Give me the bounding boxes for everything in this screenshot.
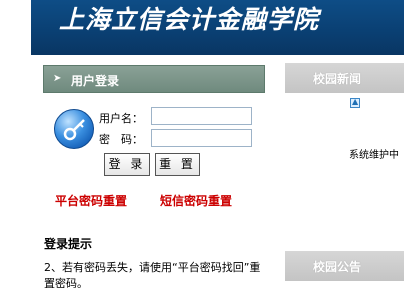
username-label: 用户名： — [99, 112, 143, 125]
login-button[interactable]: 登 录 — [104, 153, 150, 176]
password-input[interactable] — [151, 129, 252, 147]
school-logo-title: 上海立信会计金融学院 — [59, 5, 320, 34]
platform-password-reset-link[interactable]: 平台密码重置 — [55, 192, 127, 209]
left-margin — [0, 0, 31, 288]
campus-notice-title: 校园公告 — [313, 260, 362, 274]
campus-news-title: 校园新闻 — [313, 72, 362, 86]
arrow-right-icon: ➤ — [53, 73, 62, 84]
sms-password-reset-link[interactable]: 短信密码重置 — [160, 192, 232, 209]
key-icon — [54, 109, 94, 149]
campus-news-header[interactable]: 校园新闻 — [285, 63, 404, 93]
header-banner: 上海立信会计金融学院 — [31, 0, 404, 55]
login-panel-header: ➤ 用户登录 — [43, 65, 265, 93]
password-label: 密 码： — [99, 133, 143, 146]
login-panel-title: 用户登录 — [71, 74, 120, 88]
username-input[interactable] — [151, 107, 252, 125]
campus-notice-header[interactable]: 校园公告 — [285, 251, 404, 281]
system-maintenance-text: 系统维护中 — [349, 150, 399, 161]
login-tips-text: 2、若有密码丢失，请使用“平台密码找回”重置密码。 — [44, 261, 261, 288]
login-tips-title: 登录提示 — [44, 237, 93, 251]
reset-button[interactable]: 重 置 — [155, 153, 200, 176]
news-arrow-icon[interactable]: ▲ — [350, 97, 360, 108]
